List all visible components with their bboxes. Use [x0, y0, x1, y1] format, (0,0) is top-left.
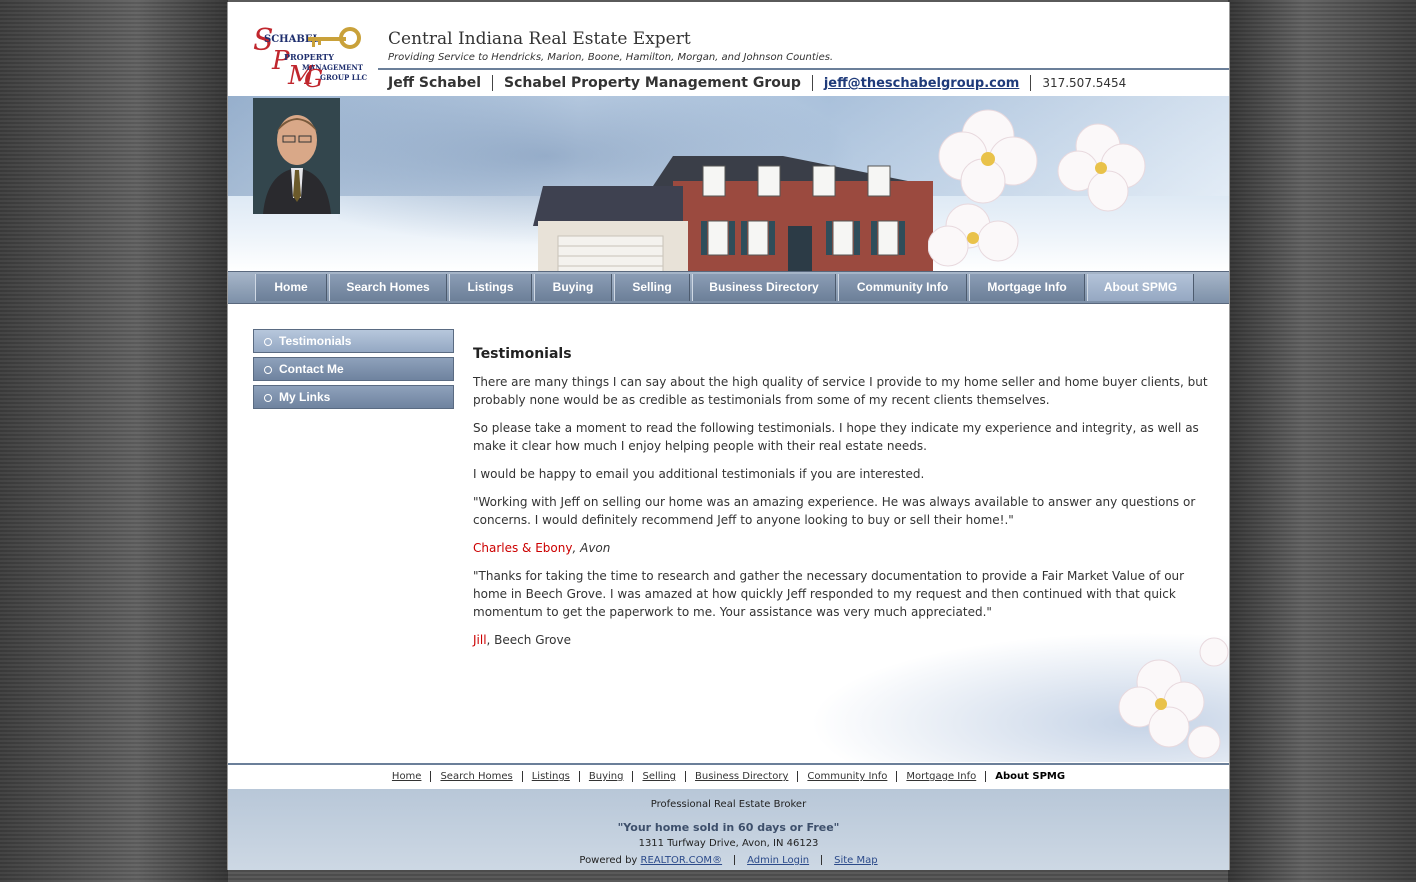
agent-portrait-icon	[253, 98, 340, 214]
footer-link-business-directory[interactable]: Business Directory	[695, 771, 788, 782]
company-logo[interactable]: S SCHABEL P PROPERTY M MANAGEMENT G GROU…	[250, 24, 368, 90]
separator	[797, 770, 799, 782]
footer-link-selling[interactable]: Selling	[642, 771, 676, 782]
footer-current-page: About SPMG	[995, 771, 1066, 782]
agent-name: Jeff Schabel	[388, 75, 482, 91]
page-title: Testimonials	[473, 346, 572, 362]
testimonial-quote: "Working with Jeff on selling our home w…	[473, 495, 1196, 527]
header-divider	[378, 68, 1229, 70]
phone-number: 317.507.5454	[1042, 76, 1127, 90]
separator	[685, 770, 687, 782]
separator	[896, 770, 898, 782]
nav-about-spmg[interactable]: About SPMG	[1087, 274, 1194, 301]
main-nav: Home Search Homes Listings Buying Sellin…	[228, 271, 1229, 304]
intro-paragraph: I would be happy to email you additional…	[473, 467, 925, 481]
powered-by-label: Powered by	[579, 855, 641, 866]
nav-selling[interactable]: Selling	[614, 274, 690, 301]
footer-link-search-homes[interactable]: Search Homes	[440, 771, 512, 782]
footer: Professional Real Estate Broker "Your ho…	[228, 789, 1229, 870]
blossom-image	[928, 109, 1146, 267]
sidebar-item-label: My Links	[279, 390, 331, 404]
intro-paragraph: So please take a moment to read the foll…	[473, 421, 1199, 453]
testimonial-author: Jill, Beech Grove	[473, 631, 1208, 649]
separator	[1030, 75, 1032, 91]
testimonial-quote: "Thanks for taking the time to research …	[473, 569, 1185, 619]
sidebar-item-testimonials[interactable]: Testimonials	[253, 329, 454, 353]
intro-paragraph: There are many things I can say about th…	[473, 375, 1208, 407]
footer-slogan: "Your home sold in 60 days or Free"	[617, 821, 840, 834]
separator	[811, 75, 813, 91]
separator	[521, 770, 523, 782]
separator	[985, 770, 987, 782]
author-city: , Beech Grove	[486, 633, 571, 647]
nav-search-homes[interactable]: Search Homes	[329, 274, 447, 301]
admin-login-link[interactable]: Admin Login	[747, 855, 809, 866]
sidebar-item-my-links[interactable]: My Links	[253, 385, 454, 409]
sidebar-item-label: Testimonials	[279, 334, 352, 348]
author-name: Charles & Ebony	[473, 541, 573, 555]
author-name: Jill	[473, 633, 487, 647]
nav-business-directory[interactable]: Business Directory	[692, 274, 836, 301]
separator	[734, 855, 736, 865]
footer-link-community-info[interactable]: Community Info	[807, 771, 887, 782]
company-name: Schabel Property Management Group	[504, 75, 801, 91]
background-right	[1228, 0, 1416, 882]
footer-broker-text: Professional Real Estate Broker	[650, 799, 807, 810]
footer-link-mortgage-info[interactable]: Mortgage Info	[906, 771, 976, 782]
separator	[430, 770, 432, 782]
site-title: Central Indiana Real Estate Expert	[388, 29, 691, 49]
svg-text:GROUP LLC: GROUP LLC	[320, 73, 368, 82]
sidebar-item-contact-me[interactable]: Contact Me	[253, 357, 454, 381]
footer-nav: Home Search Homes Listings Buying Selling Bus…	[228, 763, 1229, 791]
footer-link-listings[interactable]: Listings	[532, 771, 570, 782]
footer-address: 1311 Turfway Drive, Avon, IN 46123	[638, 838, 819, 849]
background-left	[0, 0, 228, 882]
nav-community-info[interactable]: Community Info	[838, 274, 967, 301]
nav-buying[interactable]: Buying	[534, 274, 612, 301]
bullet-icon	[264, 337, 272, 346]
site-map-link[interactable]: Site Map	[834, 855, 877, 866]
testimonial-author: Charles & Ebony, Avon	[473, 539, 1208, 557]
house-image	[533, 156, 933, 272]
page-container: S SCHABEL P PROPERTY M MANAGEMENT G GROU…	[227, 2, 1230, 870]
agent-photo	[253, 98, 340, 214]
contact-bar: Jeff Schabel Schabel Property Management …	[388, 75, 1126, 91]
nav-listings[interactable]: Listings	[449, 274, 532, 301]
sidebar-item-label: Contact Me	[279, 362, 344, 376]
email-link[interactable]: jeff@theschabelgroup.com	[824, 76, 1019, 91]
separator	[821, 855, 823, 865]
footer-powered-by: Powered by REALTOR.COM® Admin Login Site M…	[228, 855, 1229, 866]
nav-home[interactable]: Home	[255, 274, 327, 301]
separator	[632, 770, 634, 782]
footer-link-buying[interactable]: Buying	[589, 771, 624, 782]
realtor-link[interactable]: REALTOR.COM®	[641, 855, 723, 866]
main-content: Testimonials There are many things I can…	[473, 342, 1208, 659]
separator	[492, 75, 494, 91]
bullet-icon	[264, 365, 272, 374]
footer-link-home[interactable]: Home	[392, 771, 422, 782]
author-city: , Avon	[572, 541, 611, 555]
site-tagline: Providing Service to Hendricks, Marion, …	[388, 52, 834, 63]
logo-key-icon: S SCHABEL P PROPERTY M MANAGEMENT G GROU…	[253, 24, 368, 90]
bullet-icon	[264, 393, 272, 402]
header-banner	[228, 96, 1229, 272]
nav-mortgage-info[interactable]: Mortgage Info	[969, 274, 1085, 301]
separator	[578, 770, 580, 782]
